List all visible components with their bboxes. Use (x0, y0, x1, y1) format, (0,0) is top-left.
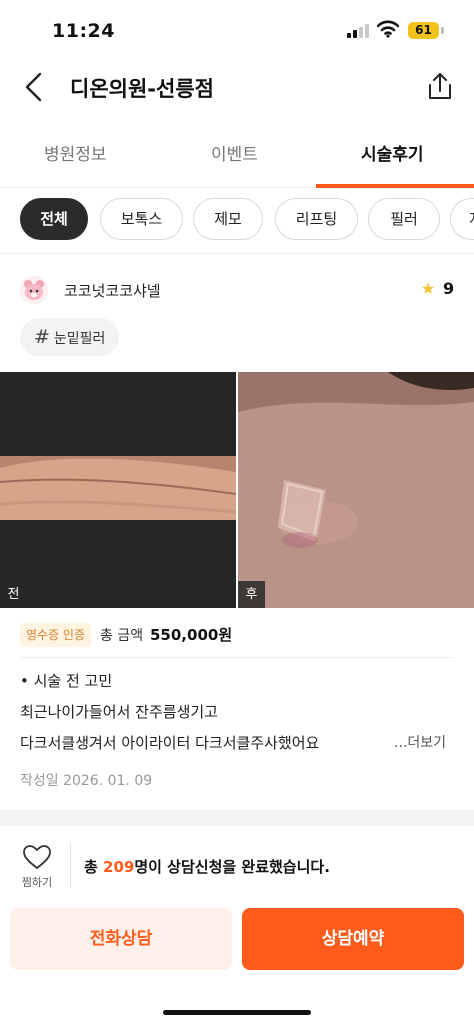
like-button[interactable]: 찜하기 (14, 842, 60, 892)
status-bar: 11:24 61 (0, 0, 474, 54)
avatar (20, 276, 48, 304)
section-gap (0, 810, 474, 826)
chips-divider (0, 253, 474, 254)
like-label: 찜하기 (21, 876, 53, 889)
tab-bar: 병원정보 이벤트 시술후기 (0, 126, 474, 188)
status-time: 11:24 (52, 20, 115, 42)
heart-icon (23, 845, 51, 869)
wifi-icon (377, 20, 399, 38)
page-title: 디온의원-선릉점 (70, 77, 214, 101)
after-photo[interactable]: 후 (238, 372, 474, 608)
chip-all[interactable]: 전체 (20, 198, 88, 240)
treatment-tag[interactable]: # 눈밑필러 (20, 318, 120, 356)
chip-more[interactable]: 지 (450, 198, 474, 240)
consult-prefix: 총 (84, 858, 104, 876)
price-label: 총 금액 (100, 628, 144, 644)
before-label: 전 (0, 581, 27, 608)
review-text-line: • 시술 전 고민 (20, 672, 113, 690)
phone-consult-button[interactable]: 전화상담 (10, 908, 232, 970)
chip-lifting[interactable]: 리프팅 (275, 198, 358, 240)
active-tab-indicator (316, 184, 474, 188)
treatment-tag-label: 눈밑필러 (53, 331, 106, 347)
battery-tip (441, 27, 444, 34)
receipt-verified-badge: 영수증 인증 (20, 623, 92, 647)
bottom-action-bar: 찜하기 총 209명이 상담신청을 완료했습니다. 전화상담 상담예약 (0, 826, 474, 1024)
review-text-line: 최근나이가들어서 잔주름생기고 (20, 703, 218, 721)
battery-icon: 61 (408, 22, 439, 39)
tab-hospital-info[interactable]: 병원정보 (44, 140, 107, 165)
after-photo-image (238, 372, 474, 608)
category-chips: 전체 보톡스 제모 리프팅 필러 지 (0, 196, 474, 242)
consult-count-text: 총 209명이 상담신청을 완료했습니다. (84, 856, 330, 877)
review-text-line: 다크서클생겨서 아이라이터 다크서클주사했어요 (20, 734, 320, 752)
home-indicator (163, 1010, 311, 1015)
after-label: 후 (238, 581, 265, 608)
review-rating: 9 (443, 279, 455, 298)
price-value: 550,000원 (150, 626, 233, 644)
review-date: 작성일 2026. 01. 09 (20, 773, 153, 789)
hash-icon: # (34, 326, 50, 348)
before-photo[interactable]: 전 (0, 372, 236, 608)
share-icon[interactable] (424, 70, 456, 104)
star-icon: ★ (421, 279, 436, 298)
reserve-consult-button[interactable]: 상담예약 (242, 908, 464, 970)
consult-suffix: 명이 상담신청을 완료했습니다. (134, 858, 330, 876)
consult-count: 209 (103, 858, 135, 876)
tab-reviews[interactable]: 시술후기 (361, 140, 424, 165)
before-photo-image (0, 372, 236, 608)
signal-icon (347, 24, 369, 38)
card-divider (20, 657, 454, 658)
app-header: 디온의원-선릉점 (0, 54, 474, 120)
back-arrow-icon[interactable] (18, 68, 52, 106)
review-author: 코코넛코코샤넬 (64, 282, 161, 300)
chip-botox[interactable]: 보톡스 (100, 198, 183, 240)
tab-events[interactable]: 이벤트 (211, 140, 258, 165)
read-more-link[interactable]: ...더보기 (394, 732, 446, 752)
chip-filler[interactable]: 필러 (368, 198, 440, 240)
chip-hair-removal[interactable]: 제모 (193, 198, 263, 240)
vertical-divider (70, 842, 71, 888)
